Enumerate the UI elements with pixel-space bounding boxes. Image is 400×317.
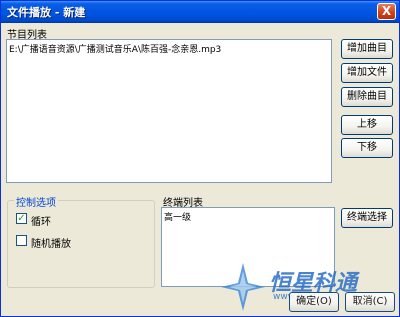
- control-options-group: 控制选项 ✓ 循环 随机播放: [7, 194, 155, 288]
- shuffle-checkbox-row[interactable]: 随机播放: [16, 235, 116, 250]
- shuffle-checkbox[interactable]: [16, 235, 27, 246]
- close-button[interactable]: X: [377, 3, 396, 20]
- add-file-button[interactable]: 增加文件: [341, 63, 393, 83]
- program-list-item[interactable]: E:\广播语音资源\广播测试音乐A\陈百强-念亲恩.mp3: [9, 42, 221, 55]
- loop-label: 循环: [31, 217, 51, 228]
- terminal-select-button[interactable]: 终端选择: [341, 208, 393, 228]
- window-title: 文件播放 - 新建: [7, 6, 86, 19]
- close-icon: X: [381, 4, 392, 18]
- program-list[interactable]: E:\广播语音资源\广播测试音乐A\陈百强-念亲恩.mp3: [6, 39, 332, 183]
- move-up-button[interactable]: 上移: [341, 115, 393, 135]
- star-logo-icon: [221, 263, 265, 311]
- loop-checkbox-row[interactable]: ✓ 循环: [16, 213, 116, 228]
- cancel-button[interactable]: 取消(C): [345, 292, 395, 312]
- delete-track-button[interactable]: 删除曲目: [341, 87, 393, 107]
- terminal-list-item[interactable]: 高一级: [164, 210, 191, 223]
- loop-checkbox[interactable]: ✓: [16, 213, 27, 224]
- title-bar[interactable]: 文件播放 - 新建 X: [1, 1, 399, 23]
- add-track-button[interactable]: 增加曲目: [341, 39, 393, 59]
- file-play-dialog: 文件播放 - 新建 X 节目列表 E:\广播语音资源\广播测试音乐A\陈百强-念…: [0, 0, 400, 317]
- move-down-button[interactable]: 下移: [341, 138, 393, 158]
- shuffle-label: 随机播放: [31, 239, 71, 250]
- ok-button[interactable]: 确定(O): [289, 292, 339, 312]
- control-options-title: 控制选项: [14, 194, 58, 209]
